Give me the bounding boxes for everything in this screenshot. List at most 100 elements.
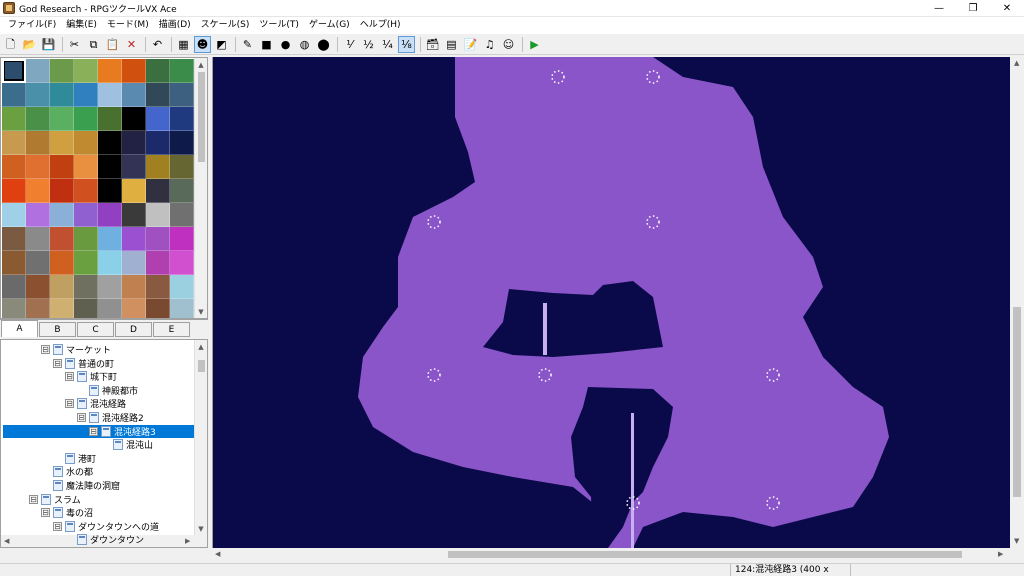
fill-icon[interactable]: ◍ (296, 36, 313, 53)
tile-swatch[interactable] (74, 203, 98, 227)
tile-swatch[interactable] (50, 251, 74, 275)
tree-item[interactable]: 混沌山 (101, 438, 153, 451)
collapse-icon[interactable]: ⊟ (41, 345, 50, 354)
tile-swatch[interactable] (2, 83, 26, 107)
menu-help[interactable]: ヘルプ(H) (355, 17, 406, 34)
menu-mode[interactable]: モード(M) (102, 17, 154, 34)
tile-swatch[interactable] (122, 155, 146, 179)
menu-file[interactable]: ファイル(F) (3, 17, 61, 34)
maximize-button[interactable]: ❐ (956, 0, 990, 17)
tile-swatch[interactable] (146, 59, 170, 83)
menu-draw[interactable]: 描画(D) (154, 17, 196, 34)
tile-swatch[interactable] (50, 83, 74, 107)
map-mode-icon[interactable]: ▦ (175, 36, 192, 53)
tile-swatch[interactable] (122, 251, 146, 275)
scroll-left-icon[interactable]: ◀ (4, 537, 9, 545)
tileset-tab-d[interactable]: D (115, 322, 152, 337)
tree-item[interactable]: 水の都 (41, 465, 93, 478)
tile-swatch[interactable] (74, 59, 98, 83)
tile-swatch[interactable] (170, 59, 194, 83)
tree-item[interactable]: 神殿都市 (77, 384, 138, 397)
tile-swatch[interactable] (170, 107, 194, 131)
tile-swatch[interactable] (74, 299, 98, 318)
tile-swatch[interactable] (26, 59, 50, 83)
tree-item[interactable]: ⊟ 毒の沼 (41, 506, 93, 519)
tile-swatch[interactable] (170, 299, 194, 318)
tile-swatch[interactable] (98, 107, 122, 131)
tile-swatch[interactable] (2, 251, 26, 275)
tile-swatch[interactable] (2, 155, 26, 179)
close-button[interactable]: ✕ (990, 0, 1024, 17)
minimize-button[interactable]: — (922, 0, 956, 17)
tile-swatch[interactable] (98, 251, 122, 275)
playtest-icon[interactable]: ▶ (526, 36, 543, 53)
scroll-thumb[interactable] (198, 360, 205, 372)
tile-swatch[interactable] (26, 131, 50, 155)
tile-swatch[interactable] (26, 275, 50, 299)
scroll-up-icon[interactable]: ▲ (195, 340, 207, 353)
map-render[interactable] (213, 57, 1024, 548)
collapse-icon[interactable]: ⊟ (65, 399, 74, 409)
tile-swatch[interactable] (122, 203, 146, 227)
copy-icon[interactable]: ⧉ (85, 36, 102, 53)
tile-swatch[interactable] (170, 251, 194, 275)
scale-1-1-icon[interactable]: ⅟ (341, 36, 358, 53)
tile-swatch[interactable] (26, 299, 50, 318)
tile-swatch[interactable] (74, 251, 98, 275)
tile-swatch[interactable] (74, 155, 98, 179)
scroll-left-icon[interactable]: ◀ (215, 550, 220, 558)
scroll-right-icon[interactable]: ▶ (998, 550, 1003, 558)
map-hscrollbar[interactable]: ◀ ▶ (212, 548, 1010, 561)
pencil-icon[interactable]: ✎ (239, 36, 256, 53)
tile-swatch[interactable] (98, 299, 122, 318)
tile-swatch[interactable] (98, 155, 122, 179)
tile-swatch[interactable] (146, 131, 170, 155)
tile-swatch[interactable] (170, 275, 194, 299)
tile-swatch[interactable] (2, 179, 26, 203)
menu-edit[interactable]: 編集(E) (61, 17, 102, 34)
tile-swatch[interactable] (122, 179, 146, 203)
tile-swatch[interactable] (98, 275, 122, 299)
scale-1-2-icon[interactable]: ½ (360, 36, 377, 53)
tile-swatch[interactable] (26, 251, 50, 275)
tile-swatch[interactable] (26, 179, 50, 203)
tree-item[interactable]: ⊟ 混沌経路2 (77, 411, 144, 424)
region-mode-icon[interactable]: ◩ (213, 36, 230, 53)
menu-game[interactable]: ゲーム(G) (304, 17, 355, 34)
tile-swatch[interactable] (122, 131, 146, 155)
tile-swatch[interactable] (50, 179, 74, 203)
save-project-icon[interactable]: 💾 (40, 36, 57, 53)
tree-item[interactable]: 魔法陣の洞窟 (41, 479, 120, 492)
tile-swatch[interactable] (50, 275, 74, 299)
scroll-right-icon[interactable]: ▶ (185, 537, 190, 545)
tree-item[interactable]: ⊟ マーケット (41, 343, 111, 356)
tileset-scrollbar[interactable]: ▲ ▼ (194, 58, 207, 318)
scroll-down-icon[interactable]: ▼ (1014, 537, 1019, 545)
tile-swatch[interactable] (170, 203, 194, 227)
tile-swatch[interactable] (26, 203, 50, 227)
tileset-tab-b[interactable]: B (39, 322, 76, 337)
scroll-up-icon[interactable]: ▲ (195, 58, 207, 71)
tile-swatch[interactable] (50, 155, 74, 179)
script-editor-icon[interactable]: 📝 (462, 36, 479, 53)
tile-swatch[interactable] (98, 227, 122, 251)
database-icon[interactable]: 🗃 (424, 36, 441, 53)
open-project-icon[interactable]: 📂 (21, 36, 38, 53)
tile-swatch[interactable] (146, 179, 170, 203)
tree-item[interactable]: ダウンタウン (65, 533, 144, 546)
tile-swatch[interactable] (98, 59, 122, 83)
tile-swatch[interactable] (50, 107, 74, 131)
tile-swatch[interactable] (26, 83, 50, 107)
tile-swatch[interactable] (98, 131, 122, 155)
scroll-up-icon[interactable]: ▲ (1014, 59, 1019, 67)
new-project-icon[interactable]: 🗋 (2, 36, 19, 53)
tile-swatch[interactable] (50, 131, 74, 155)
tile-swatch[interactable] (50, 203, 74, 227)
tile-swatch[interactable] (2, 59, 26, 83)
tileset-tab-e[interactable]: E (153, 322, 190, 337)
tile-swatch[interactable] (146, 227, 170, 251)
tile-swatch[interactable] (2, 275, 26, 299)
tile-swatch[interactable] (146, 251, 170, 275)
tile-swatch[interactable] (50, 299, 74, 318)
collapse-icon[interactable]: ⊟ (65, 372, 74, 382)
